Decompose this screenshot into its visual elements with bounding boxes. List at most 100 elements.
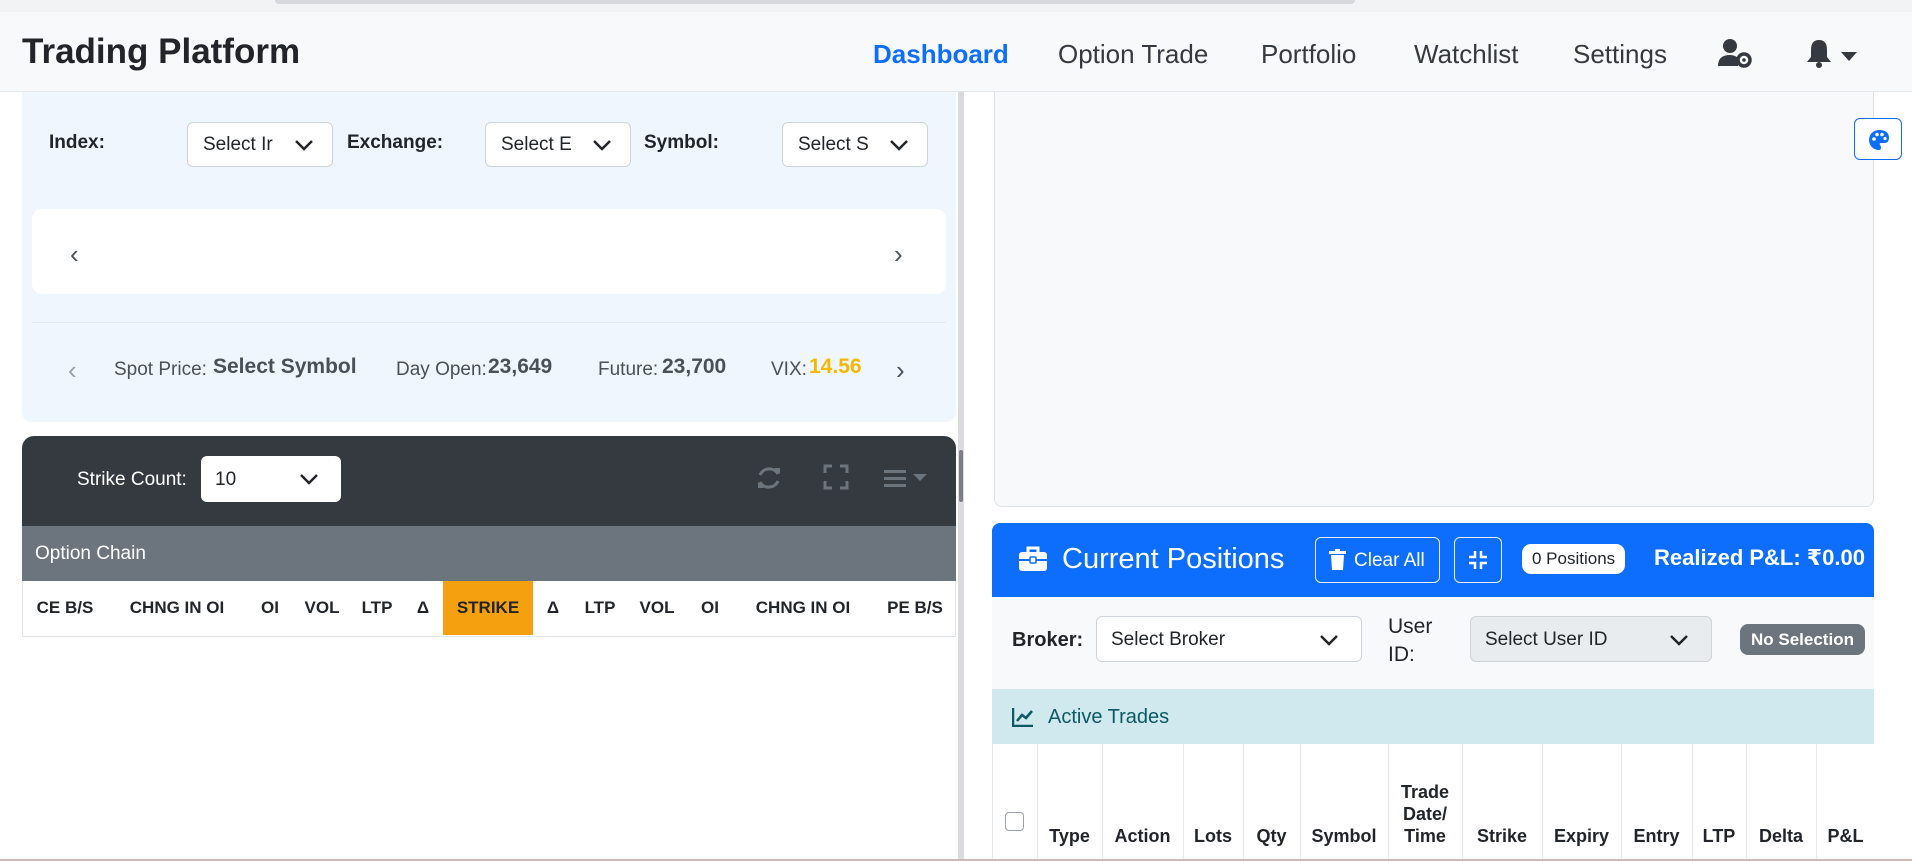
th-pnl[interactable]: P&L xyxy=(1816,825,1875,847)
col-pe-vol[interactable]: VOL xyxy=(627,581,687,635)
chevron-down-icon xyxy=(294,135,314,157)
right-pane: Current Positions Clear All 0 Positions … xyxy=(964,92,1912,861)
th-delta[interactable]: Delta xyxy=(1746,825,1816,847)
chevron-down-icon xyxy=(889,135,909,157)
chevron-down-icon xyxy=(1669,630,1689,652)
theme-palette-button[interactable] xyxy=(1854,118,1902,160)
user-id-label-line2: ID: xyxy=(1388,643,1415,666)
nav-watchlist[interactable]: Watchlist xyxy=(1414,39,1519,70)
col-ce-bs[interactable]: CE B/S xyxy=(23,581,107,635)
col-ce-chng-oi[interactable]: CHNG IN OI xyxy=(107,581,247,635)
clear-all-label: Clear All xyxy=(1354,550,1425,571)
exchange-select[interactable]: Select E xyxy=(485,122,631,167)
scroll-thumb[interactable] xyxy=(275,0,1355,4)
th-expiry[interactable]: Expiry xyxy=(1542,825,1621,847)
day-open-value: 23,649 xyxy=(488,355,553,378)
future-value: 23,700 xyxy=(662,355,727,378)
market-prev-button[interactable]: ‹ xyxy=(68,355,77,386)
vix-label: VIX: xyxy=(771,359,807,380)
market-info-strip: ‹ Spot Price: Select Symbol Day Open: 23… xyxy=(32,322,946,407)
refresh-icon[interactable] xyxy=(755,464,783,497)
th-symbol[interactable]: Symbol xyxy=(1300,825,1388,847)
user-id-label-line1: User xyxy=(1388,615,1433,638)
nav-dashboard[interactable]: Dashboard xyxy=(873,39,1009,70)
chart-line-icon xyxy=(1012,708,1033,727)
navbar: Trading Platform Dashboard Option Trade … xyxy=(0,12,1912,92)
user-gear-icon[interactable] xyxy=(1718,38,1752,73)
clear-all-button[interactable]: Clear All xyxy=(1315,537,1440,583)
th-entry[interactable]: Entry xyxy=(1621,825,1692,847)
nav-settings[interactable]: Settings xyxy=(1573,39,1667,70)
th-trade-date-time[interactable]: Trade Date/ Time xyxy=(1388,781,1462,847)
active-trades-table-header: Type Action Lots Qty Symbol Trade Date/ … xyxy=(992,744,1874,861)
col-ce-oi[interactable]: OI xyxy=(247,581,293,635)
briefcase-icon xyxy=(1018,545,1048,578)
carousel-next-button[interactable]: › xyxy=(894,239,903,270)
active-trades-title: Active Trades xyxy=(1048,706,1170,728)
palette-icon xyxy=(1869,130,1889,150)
strike-count-select[interactable]: 10 xyxy=(201,456,341,502)
fullscreen-icon[interactable] xyxy=(823,464,849,495)
bell-icon[interactable] xyxy=(1806,38,1832,73)
positions-count-badge: 0 Positions xyxy=(1522,544,1626,574)
spot-price-label: Spot Price: xyxy=(114,359,207,380)
user-id-select-value: Select User ID xyxy=(1485,629,1608,650)
user-id-select[interactable]: Select User ID xyxy=(1470,616,1712,662)
symbol-selector-card: Index: Select Ir Exchange: Select E Symb… xyxy=(22,92,956,422)
option-chain-toolbar: Strike Count: 10 xyxy=(22,436,956,526)
nav-portfolio[interactable]: Portfolio xyxy=(1261,39,1356,70)
splitter-handle[interactable] xyxy=(959,450,963,502)
positions-title: Current Positions xyxy=(1062,543,1285,575)
broker-select-value: Select Broker xyxy=(1111,629,1226,650)
symbol-select[interactable]: Select S xyxy=(782,122,928,167)
th-type[interactable]: Type xyxy=(1037,825,1102,847)
compress-button[interactable] xyxy=(1454,537,1502,583)
chart-area[interactable] xyxy=(994,92,1874,507)
select-all-checkbox[interactable] xyxy=(1005,812,1024,831)
chevron-down-icon xyxy=(592,135,612,157)
exchange-select-value: Select E xyxy=(501,134,572,155)
th-lots[interactable]: Lots xyxy=(1183,825,1243,847)
day-open-label: Day Open: xyxy=(396,359,487,380)
col-ce-delta[interactable]: Δ xyxy=(403,581,443,635)
col-pe-chng-oi[interactable]: CHNG IN OI xyxy=(733,581,873,635)
option-chain-header: Option Chain xyxy=(22,526,956,581)
left-pane: Index: Select Ir Exchange: Select E Symb… xyxy=(0,92,958,861)
th-qty[interactable]: Qty xyxy=(1243,825,1300,847)
index-label: Index: xyxy=(49,132,105,153)
broker-filter-row: Broker: Select Broker User ID: Select Us… xyxy=(992,597,1874,689)
trash-icon xyxy=(1329,549,1346,576)
exchange-label: Exchange: xyxy=(347,132,444,153)
index-carousel: ‹ › xyxy=(32,209,946,294)
col-strike[interactable]: STRIKE xyxy=(443,581,533,635)
th-strike[interactable]: Strike xyxy=(1462,825,1542,847)
col-pe-ltp[interactable]: LTP xyxy=(573,581,627,635)
selection-status-badge: No Selection xyxy=(1740,624,1865,655)
symbol-select-value: Select S xyxy=(798,134,869,155)
symbol-label: Symbol: xyxy=(644,132,719,153)
nav-option-trade[interactable]: Option Trade xyxy=(1058,39,1208,70)
index-select-value: Select Ir xyxy=(203,134,273,155)
caret-down-icon[interactable] xyxy=(1841,49,1857,67)
menu-dropdown-icon[interactable] xyxy=(884,468,932,495)
top-scroll-strip xyxy=(0,0,1912,12)
realized-pnl: Realized P&L: ₹0.00 xyxy=(1654,545,1865,570)
strike-count-label: Strike Count: xyxy=(77,469,187,490)
compress-icon xyxy=(1468,550,1488,576)
col-pe-oi[interactable]: OI xyxy=(687,581,733,635)
carousel-prev-button[interactable]: ‹ xyxy=(70,239,79,270)
broker-select[interactable]: Select Broker xyxy=(1096,616,1362,662)
brand-title[interactable]: Trading Platform xyxy=(22,32,300,72)
th-ltp[interactable]: LTP xyxy=(1692,825,1746,847)
col-ce-vol[interactable]: VOL xyxy=(293,581,351,635)
col-pe-bs[interactable]: PE B/S xyxy=(873,581,957,635)
spot-price-value: Select Symbol xyxy=(213,355,357,378)
th-action[interactable]: Action xyxy=(1102,825,1183,847)
positions-header: Current Positions Clear All 0 Positions … xyxy=(992,523,1874,597)
chevron-down-icon xyxy=(1319,630,1339,652)
strike-count-value: 10 xyxy=(215,469,237,490)
market-next-button[interactable]: › xyxy=(896,355,905,386)
col-ce-ltp[interactable]: LTP xyxy=(351,581,403,635)
col-pe-delta[interactable]: Δ xyxy=(533,581,573,635)
index-select[interactable]: Select Ir xyxy=(187,122,333,167)
